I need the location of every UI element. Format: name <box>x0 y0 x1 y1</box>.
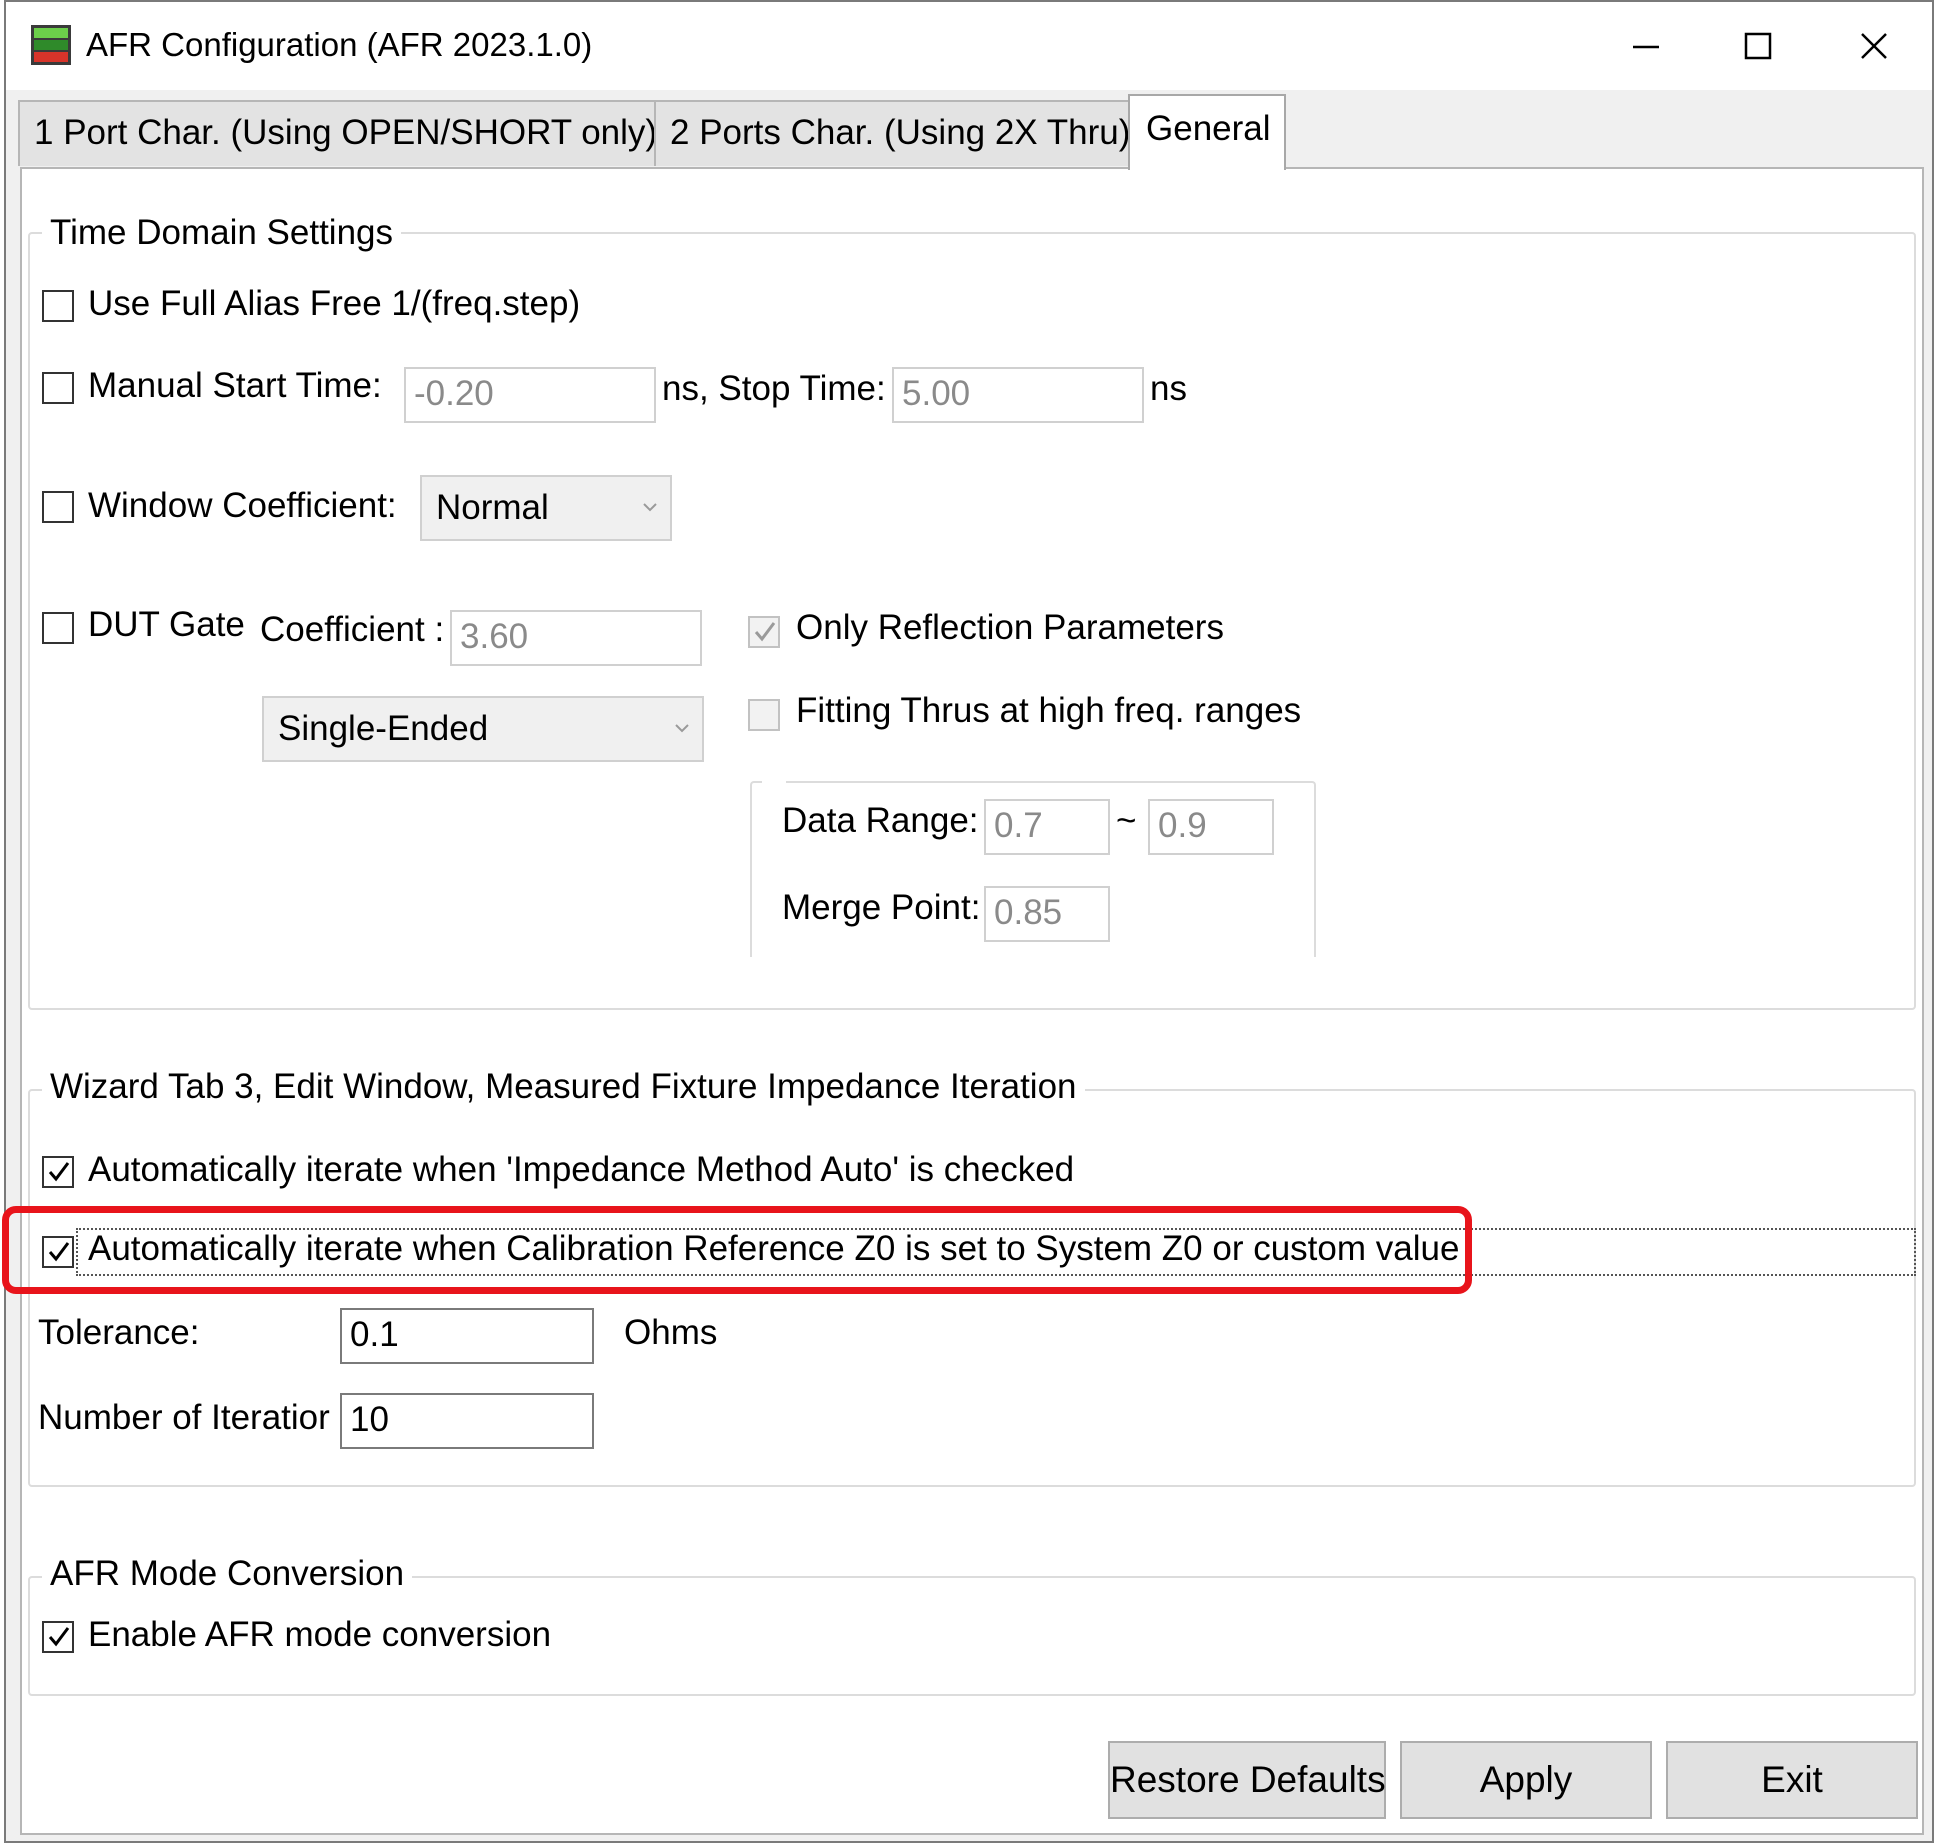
manual-start-time-checkbox[interactable] <box>42 372 74 404</box>
stop-time-label: ns, Stop Time: <box>662 369 886 408</box>
mode-conversion-legend: AFR Mode Conversion <box>42 1552 413 1596</box>
highlight-annotation <box>2 1206 1472 1294</box>
tab-2-ports-char[interactable]: 2 Ports Char. (Using 2X Thru) <box>654 100 1130 166</box>
close-icon <box>1861 33 1887 59</box>
chevron-down-icon <box>675 724 689 733</box>
window-coefficient-checkbox[interactable] <box>42 491 74 523</box>
alias-free-label: Use Full Alias Free 1/(freq.step) <box>88 284 581 323</box>
minimize-button[interactable] <box>1601 18 1691 74</box>
checkmark-icon <box>754 622 776 642</box>
afr-configuration-window: AFR Configuration (AFR 2023.1.0) 1 Port … <box>4 0 1934 1843</box>
stop-time-unit: ns <box>1150 369 1187 408</box>
tab-general[interactable]: General <box>1128 94 1286 170</box>
minimize-icon <box>1633 45 1659 49</box>
tab-1-port-char[interactable]: 1 Port Char. (Using OPEN/SHORT only) <box>18 100 657 166</box>
enable-mode-conversion-label: Enable AFR mode conversion <box>88 1615 552 1654</box>
tolerance-unit: Ohms <box>624 1313 718 1352</box>
gate-mode-select[interactable]: Single-Ended <box>262 696 704 762</box>
afr-app-icon <box>30 24 72 66</box>
coefficient-label: Coefficient : <box>260 610 445 649</box>
only-reflection-label: Only Reflection Parameters <box>796 608 1224 647</box>
window-title: AFR Configuration (AFR 2023.1.0) <box>86 26 593 63</box>
data-range-label: Data Range: <box>782 801 979 840</box>
maximize-icon <box>1744 32 1772 60</box>
iterations-label: Number of Iteratior <box>38 1398 330 1437</box>
alias-free-checkbox[interactable] <box>42 290 74 322</box>
general-tab-panel: Time Domain Settings Use Full Alias Free… <box>20 167 1924 1835</box>
iterations-input[interactable]: 10 <box>340 1393 594 1449</box>
enable-mode-conversion-checkbox[interactable] <box>42 1621 74 1653</box>
checkmark-icon <box>48 1162 70 1182</box>
gate-mode-value: Single-Ended <box>278 709 489 748</box>
tolerance-input[interactable]: 0.1 <box>340 1308 594 1364</box>
dut-gate-label: DUT Gate <box>88 605 245 644</box>
fitting-thrus-label: Fitting Thrus at high freq. ranges <box>796 691 1302 730</box>
window-coefficient-value: Normal <box>436 488 549 527</box>
tab-strip: 1 Port Char. (Using OPEN/SHORT only) 2 P… <box>6 90 1932 170</box>
data-range-separator: ~ <box>1116 801 1137 840</box>
checkmark-icon <box>48 1627 70 1647</box>
time-domain-settings-legend: Time Domain Settings <box>42 211 401 255</box>
exit-button[interactable]: Exit <box>1666 1741 1918 1819</box>
apply-button[interactable]: Apply <box>1400 1741 1652 1819</box>
fitting-thrus-checkbox[interactable] <box>748 699 780 731</box>
fitting-subgroup-gap <box>762 773 786 789</box>
auto-iterate-label: Automatically iterate when 'Impedance Me… <box>88 1150 1075 1189</box>
window-coefficient-select[interactable]: Normal <box>420 475 672 541</box>
maximize-button[interactable] <box>1713 18 1803 74</box>
restore-defaults-button[interactable]: Restore Defaults <box>1108 1741 1386 1819</box>
wizard-iteration-legend: Wizard Tab 3, Edit Window, Measured Fixt… <box>42 1065 1085 1109</box>
manual-start-time-label: Manual Start Time: <box>88 366 382 405</box>
stop-time-input[interactable]: 5.00 <box>892 367 1144 423</box>
data-range-min-input[interactable]: 0.7 <box>984 799 1110 855</box>
tolerance-label: Tolerance: <box>38 1313 200 1352</box>
merge-point-input[interactable]: 0.85 <box>984 886 1110 942</box>
close-button[interactable] <box>1829 18 1919 74</box>
window-coefficient-label: Window Coefficient: <box>88 486 397 525</box>
start-time-input[interactable]: -0.20 <box>404 367 656 423</box>
chevron-down-icon <box>643 503 657 512</box>
auto-iterate-checkbox[interactable] <box>42 1156 74 1188</box>
dut-gate-checkbox[interactable] <box>42 612 74 644</box>
merge-point-label: Merge Point: <box>782 888 981 927</box>
only-reflection-checkbox[interactable] <box>748 616 780 648</box>
data-range-max-input[interactable]: 0.9 <box>1148 799 1274 855</box>
title-bar: AFR Configuration (AFR 2023.1.0) <box>6 2 1932 90</box>
coefficient-input[interactable]: 3.60 <box>450 610 702 666</box>
